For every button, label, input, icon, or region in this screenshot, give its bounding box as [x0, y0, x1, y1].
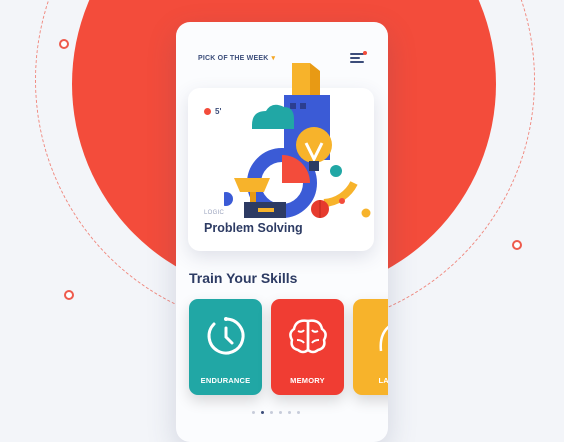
yellow-dot-decoration [361, 208, 371, 218]
skill-tile-memory[interactable]: MEMORY [271, 299, 344, 395]
orbit-dot-right [512, 240, 522, 250]
pagination-dots[interactable] [252, 411, 300, 414]
orbit-dot-left-bottom [64, 290, 74, 300]
skill-tile-language[interactable]: LANG [353, 299, 388, 395]
section-title: Train Your Skills [189, 270, 298, 286]
page-dot[interactable] [297, 411, 300, 414]
stopwatch-icon [207, 317, 245, 355]
page-dot[interactable] [279, 411, 282, 414]
clock-icon [204, 108, 211, 115]
brain-icon [289, 319, 327, 354]
orbit-dot-left-top [59, 39, 69, 49]
page-dot[interactable] [288, 411, 291, 414]
red-ball-decoration [311, 200, 329, 218]
skill-label: LANG [378, 376, 388, 385]
featured-card[interactable]: 5' LOGIC Problem Solving [188, 63, 374, 251]
page-dot[interactable] [270, 411, 273, 414]
duration-value: 5' [215, 107, 222, 116]
language-icon [379, 325, 388, 352]
card-title: Problem Solving [204, 221, 303, 235]
page-dot-active[interactable] [261, 411, 264, 414]
page-dot[interactable] [252, 411, 255, 414]
phone-screen: PICK OF THE WEEK ▾ 5' LOGIC Problem Solv… [176, 22, 388, 442]
skill-label: ENDURANCE [200, 376, 251, 385]
duration-badge: 5' [204, 107, 221, 116]
skill-label: MEMORY [290, 376, 325, 385]
skill-tile-endurance[interactable]: ENDURANCE [189, 299, 262, 395]
card-category: LOGIC [204, 210, 225, 216]
